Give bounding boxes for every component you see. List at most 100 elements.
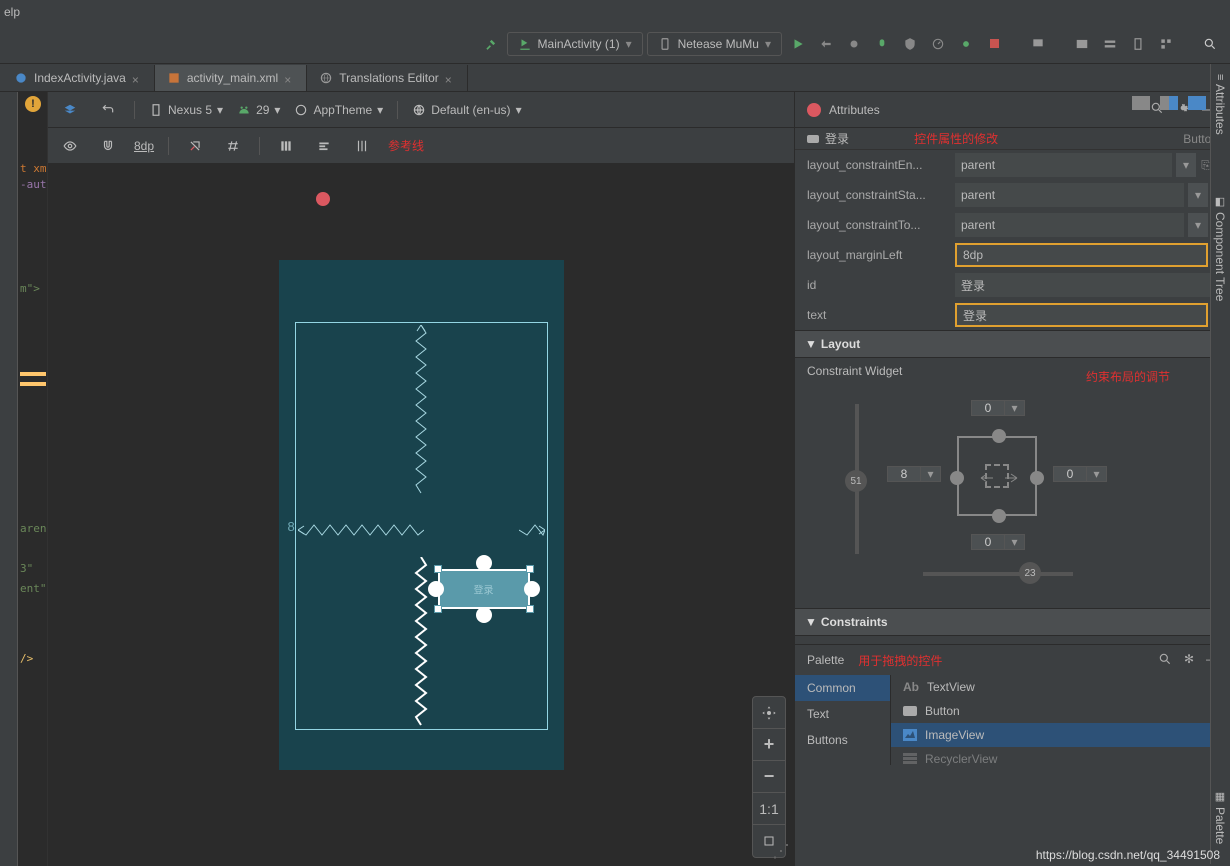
split-view-icon[interactable]: [1160, 96, 1178, 110]
infer-constraints-icon[interactable]: [221, 134, 245, 158]
avd-icon[interactable]: [1026, 32, 1050, 56]
run-config-dropdown[interactable]: MainActivity (1) ▾: [507, 32, 643, 56]
horizontal-bias-slider[interactable]: [923, 572, 1073, 576]
prop-input[interactable]: [955, 243, 1208, 267]
view-options-icon[interactable]: [58, 134, 82, 158]
margin-right-input[interactable]: ▾: [1053, 466, 1107, 482]
palette-cat-text[interactable]: Text: [795, 701, 890, 727]
palette-item-textview[interactable]: AbTextView: [891, 675, 1230, 699]
xml-icon: [167, 71, 181, 85]
coverage-icon[interactable]: [898, 32, 922, 56]
align-icon[interactable]: [312, 134, 336, 158]
run-icon[interactable]: [786, 32, 810, 56]
margin-left-input[interactable]: ▾: [887, 466, 941, 482]
right-tool-gutter: ≡ Attributes ◧ Component Tree ▦ Palette: [1210, 64, 1230, 864]
tab-activity-main[interactable]: activity_main.xml ×: [155, 65, 307, 91]
constraint-box[interactable]: [957, 436, 1037, 516]
close-icon[interactable]: ×: [284, 73, 294, 83]
device-label: Nexus 5: [168, 103, 212, 117]
magnet-icon[interactable]: [96, 134, 120, 158]
api-picker[interactable]: 29▾: [237, 103, 280, 117]
prop-input[interactable]: [955, 213, 1184, 237]
canvas-warning-icon[interactable]: [316, 192, 330, 206]
widget-title: Constraint Widget: [807, 364, 902, 378]
surface-icon[interactable]: [58, 98, 82, 122]
pack-icon[interactable]: [274, 134, 298, 158]
attributes-title: Attributes: [829, 103, 880, 117]
palette-cat-buttons[interactable]: Buttons: [795, 727, 890, 753]
bug-icon[interactable]: [870, 32, 894, 56]
apply-icon[interactable]: [814, 32, 838, 56]
theme-picker[interactable]: AppTheme▾: [294, 103, 383, 117]
palette-panel: Palette 用于拖拽的控件 ✻ — Common Text Buttons …: [795, 644, 1230, 765]
code-view-icon[interactable]: [1132, 96, 1150, 110]
profiler-icon[interactable]: [926, 32, 950, 56]
margin-top-input[interactable]: ▾: [971, 400, 1025, 416]
attributes-panel: Attributes — 登录 控件属性的修改 Button layout_co…: [794, 92, 1230, 866]
side-tab-attributes[interactable]: ≡ Attributes: [1211, 64, 1229, 145]
debug-attach-icon[interactable]: [842, 32, 866, 56]
design-canvas[interactable]: 8 登录: [48, 164, 794, 866]
dropdown-icon[interactable]: ▾: [1176, 153, 1196, 177]
device-mgr-icon[interactable]: [1126, 32, 1150, 56]
pan-icon[interactable]: [753, 697, 785, 729]
sdk-icon[interactable]: [1098, 32, 1122, 56]
constraint-widget[interactable]: Constraint Widget 约束布局的调节 51 23 ▾ ▾ ▾ ▾: [795, 358, 1230, 608]
device-dropdown[interactable]: Netease MuMu ▾: [647, 32, 782, 56]
prop-input[interactable]: [955, 303, 1208, 327]
prop-input[interactable]: [955, 153, 1172, 177]
zoom-reset-icon[interactable]: [753, 825, 785, 857]
search-icon[interactable]: [1158, 652, 1172, 669]
orientation-icon[interactable]: [96, 98, 120, 122]
error-icon[interactable]: [807, 103, 821, 117]
bias-vertical[interactable]: 23: [1019, 562, 1041, 584]
run-config-label: MainActivity (1): [538, 37, 620, 51]
close-icon[interactable]: ×: [132, 73, 142, 83]
menu-help[interactable]: elp: [4, 5, 20, 19]
sync-icon[interactable]: [1070, 32, 1094, 56]
palette-item-button[interactable]: Button: [891, 699, 1230, 723]
prop-input[interactable]: [955, 273, 1224, 297]
hammer-icon[interactable]: [479, 32, 503, 56]
component-name: 登录: [825, 130, 849, 147]
layout-section-header[interactable]: ▼ Layout: [795, 330, 1230, 358]
zoom-fit-icon[interactable]: 1:1: [753, 793, 785, 825]
stop-icon[interactable]: [982, 32, 1006, 56]
dropdown-icon[interactable]: ▾: [1188, 183, 1208, 207]
palette-cat-common[interactable]: Common: [795, 675, 890, 701]
side-tab-palette[interactable]: ▦ Palette: [1211, 780, 1229, 854]
tab-index-activity[interactable]: IndexActivity.java ×: [2, 65, 155, 91]
palette-body: Common Text Buttons AbTextView Button Im…: [795, 675, 1230, 765]
selected-button[interactable]: 登录: [426, 557, 542, 621]
prop-input[interactable]: [955, 183, 1184, 207]
constraints-section-header[interactable]: ▼ Constraints: [795, 608, 1230, 636]
palette-item-recyclerview[interactable]: RecyclerView: [891, 747, 1230, 771]
gear-icon[interactable]: ✻: [1184, 652, 1194, 669]
main-toolbar: MainActivity (1) ▾ Netease MuMu ▾: [0, 24, 1230, 64]
guideline-icon[interactable]: [350, 134, 374, 158]
tab-translations[interactable]: Translations Editor ×: [307, 65, 468, 91]
design-view-icon[interactable]: [1188, 96, 1206, 110]
properties-list: layout_constraintEn... ▾⎘ 0 layout_const…: [795, 150, 1230, 330]
android-bug-icon[interactable]: [954, 32, 978, 56]
default-margin[interactable]: 8dp: [134, 139, 154, 153]
dropdown-icon[interactable]: ▾: [1188, 213, 1208, 237]
search-icon[interactable]: [1198, 32, 1222, 56]
margin-bottom-input[interactable]: ▾: [971, 534, 1025, 550]
side-tab-component-tree[interactable]: ◧ Component Tree: [1211, 185, 1229, 311]
palette-item-imageview[interactable]: ImageView⇩: [891, 723, 1230, 747]
structure-icon[interactable]: [1154, 32, 1178, 56]
zoom-in-icon[interactable]: +: [753, 729, 785, 761]
close-icon[interactable]: ×: [445, 73, 455, 83]
annotation-palette: 用于拖拽的控件: [858, 652, 942, 669]
prop-constraint-start: layout_constraintSta... ▾⎘: [795, 180, 1230, 210]
globe-icon: [319, 71, 333, 85]
warning-icon[interactable]: !: [25, 96, 41, 112]
clear-constraints-icon[interactable]: [183, 134, 207, 158]
device-picker[interactable]: Nexus 5▾: [149, 103, 223, 117]
section-label: Layout: [821, 337, 860, 351]
phone-viewport[interactable]: 8 登录: [295, 322, 548, 730]
bias-horizontal[interactable]: 51: [845, 470, 867, 492]
locale-picker[interactable]: Default (en-us)▾: [412, 103, 521, 117]
zoom-out-icon[interactable]: −: [753, 761, 785, 793]
